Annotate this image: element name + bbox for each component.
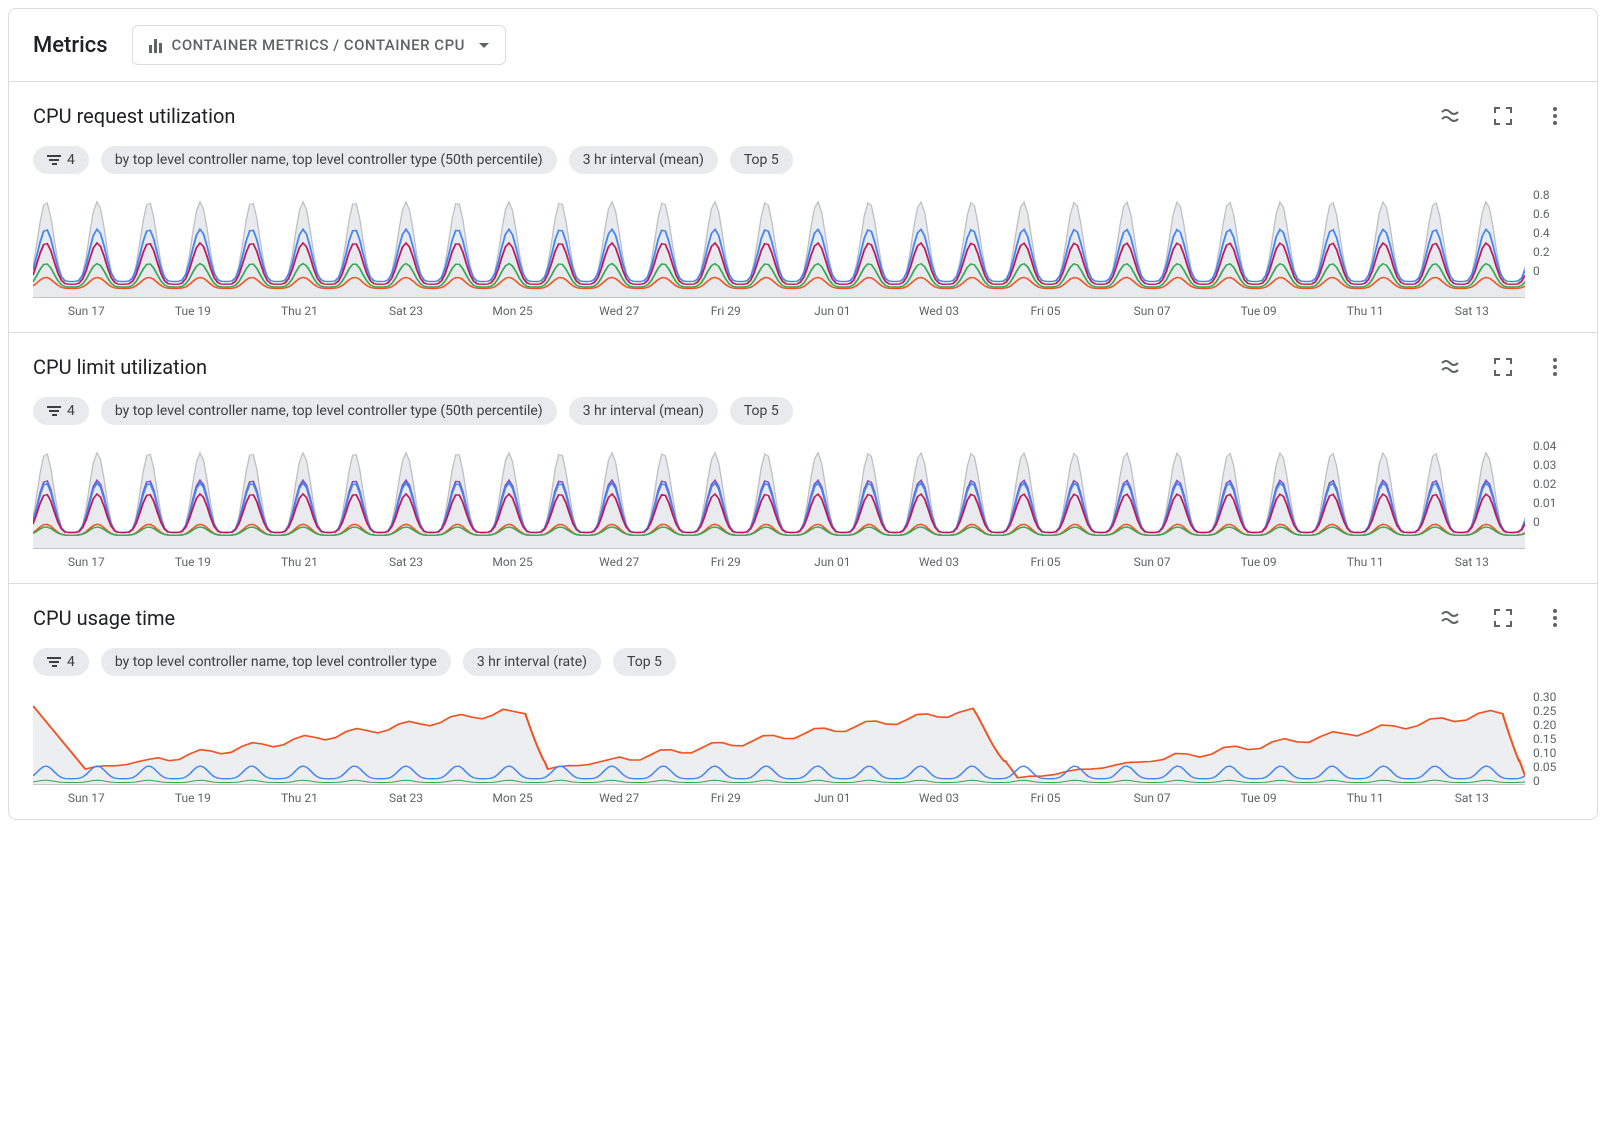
panel-title: CPU usage time [33, 606, 175, 630]
y-axis: 0.80.60.40.20 [1533, 188, 1573, 298]
chart-panel: CPU limit utilization 4 by top level contr… [9, 333, 1597, 584]
chip[interactable]: Top 5 [613, 648, 676, 676]
fullscreen-icon[interactable] [1491, 104, 1515, 128]
selector-label: CONTAINER METRICS / CONTAINER CPU [172, 36, 465, 54]
filter-chip[interactable]: 4 [33, 146, 89, 174]
chip[interactable]: Top 5 [730, 397, 793, 425]
chip[interactable]: by top level controller name, top level … [101, 648, 451, 676]
filter-icon [47, 155, 61, 165]
panel-title: CPU limit utilization [33, 355, 207, 379]
filter-chip[interactable]: 4 [33, 648, 89, 676]
chip[interactable]: 3 hr interval (mean) [569, 146, 718, 174]
filter-icon [47, 657, 61, 667]
page-title: Metrics [33, 33, 108, 58]
chart-panel: CPU usage time 4 by top level controller n… [9, 584, 1597, 819]
chevron-down-icon [479, 43, 489, 48]
legend-toggle-icon[interactable] [1439, 104, 1463, 128]
fullscreen-icon[interactable] [1491, 606, 1515, 630]
legend-toggle-icon[interactable] [1439, 606, 1463, 630]
more-options-icon[interactable] [1543, 606, 1567, 630]
chart[interactable]: Sun 17Tue 19Thu 21Sat 23Mon 25Wed 27Fri … [33, 188, 1525, 318]
legend-toggle-icon[interactable] [1439, 355, 1463, 379]
filter-icon [47, 406, 61, 416]
chip[interactable]: by top level controller name, top level … [101, 146, 557, 174]
metrics-container: Metrics CONTAINER METRICS / CONTAINER CP… [8, 8, 1598, 820]
top-bar: Metrics CONTAINER METRICS / CONTAINER CP… [9, 9, 1597, 82]
fullscreen-icon[interactable] [1491, 355, 1515, 379]
x-axis: Sun 17Tue 19Thu 21Sat 23Mon 25Wed 27Fri … [33, 298, 1525, 318]
chart-panel: CPU request utilization 4 by top level con… [9, 82, 1597, 333]
bar-chart-icon [149, 37, 162, 53]
metric-selector[interactable]: CONTAINER METRICS / CONTAINER CPU [132, 25, 506, 65]
x-axis: Sun 17Tue 19Thu 21Sat 23Mon 25Wed 27Fri … [33, 549, 1525, 569]
chart[interactable]: Sun 17Tue 19Thu 21Sat 23Mon 25Wed 27Fri … [33, 690, 1525, 805]
more-options-icon[interactable] [1543, 355, 1567, 379]
chip[interactable]: 3 hr interval (rate) [463, 648, 601, 676]
panel-title: CPU request utilization [33, 104, 235, 128]
filter-chip[interactable]: 4 [33, 397, 89, 425]
chip[interactable]: Top 5 [730, 146, 793, 174]
chip[interactable]: by top level controller name, top level … [101, 397, 557, 425]
chart[interactable]: Sun 17Tue 19Thu 21Sat 23Mon 25Wed 27Fri … [33, 439, 1525, 569]
x-axis: Sun 17Tue 19Thu 21Sat 23Mon 25Wed 27Fri … [33, 785, 1525, 805]
more-options-icon[interactable] [1543, 104, 1567, 128]
chip[interactable]: 3 hr interval (mean) [569, 397, 718, 425]
y-axis: 0.040.030.020.010 [1533, 439, 1573, 549]
y-axis: 0.300.250.200.150.100.050 [1533, 690, 1573, 785]
